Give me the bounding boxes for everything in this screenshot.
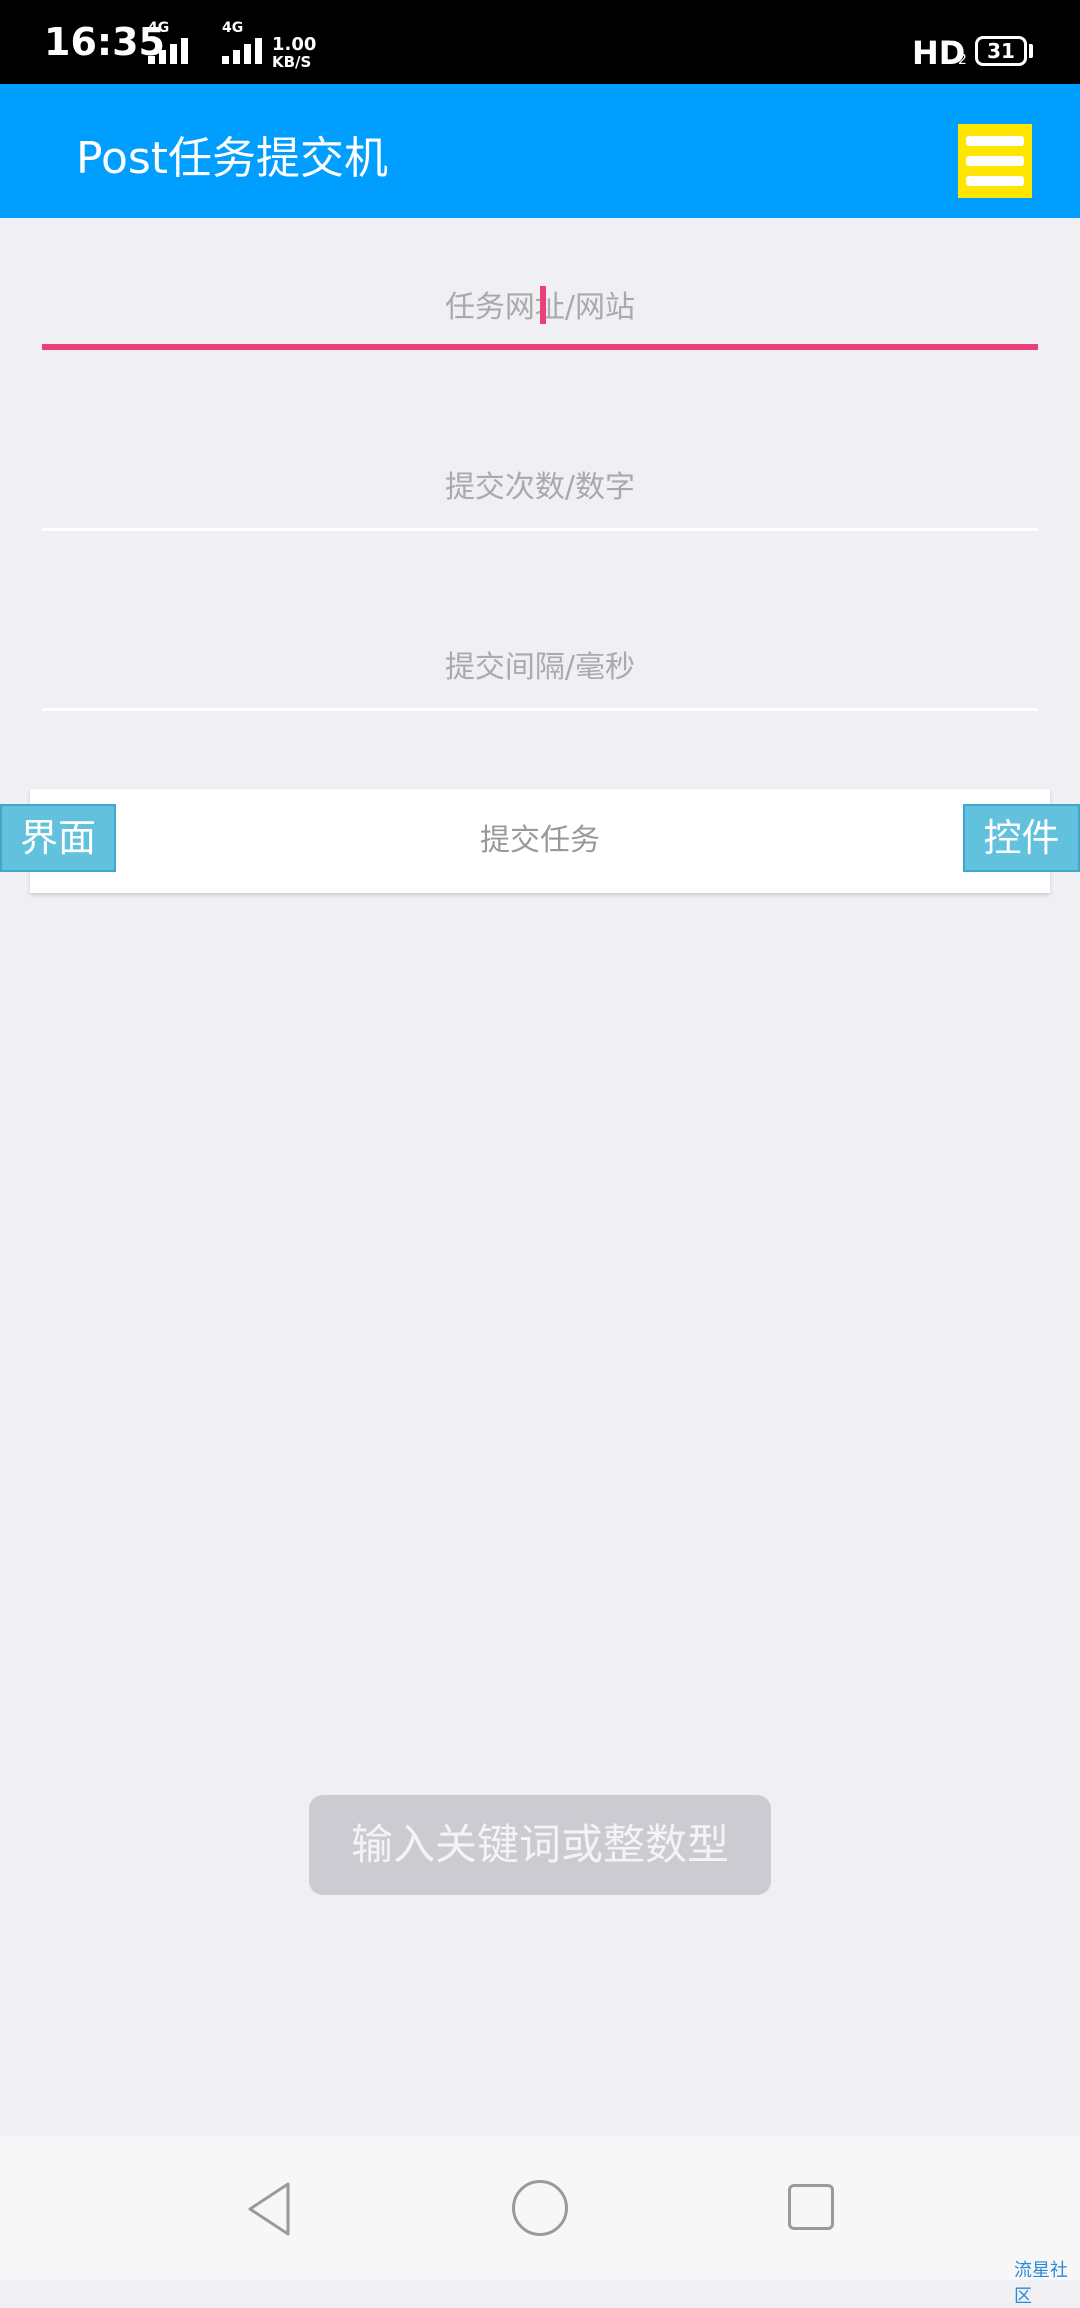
network-speed: 1.00 KB/S — [272, 34, 317, 71]
status-bar: 16:35 4G 4G 1.00 KB/S HD 2 31 — [0, 0, 1080, 84]
submit-count-field[interactable]: 提交次数/数字 — [42, 458, 1038, 531]
signal-1-icon: 4G — [148, 20, 194, 66]
app-title: Post任务提交机 — [76, 133, 389, 184]
battery-icon: 31 — [975, 36, 1027, 66]
watermark: 流星社区 — [1014, 2260, 1068, 2307]
submit-interval-placeholder: 提交间隔/毫秒 — [444, 650, 636, 685]
task-url-field[interactable]: 任务网址/网站 — [42, 278, 1038, 350]
menu-icon-line-3 — [966, 176, 1024, 186]
network-speed-unit: KB/S — [272, 53, 312, 71]
battery-level: 31 — [987, 39, 1015, 63]
app-bar: Post任务提交机 — [0, 84, 1080, 218]
submit-interval-underline — [42, 708, 1038, 711]
toast-text: 输入关键词或整数型 — [350, 1820, 729, 1869]
controls-tab[interactable]: 控件 — [963, 804, 1080, 872]
interface-tab[interactable]: 界面 — [0, 804, 116, 872]
network-type-2: 4G — [222, 20, 244, 36]
status-time: 16:35 — [44, 20, 165, 64]
text-cursor — [540, 286, 546, 324]
submit-interval-field[interactable]: 提交间隔/毫秒 — [42, 638, 1038, 711]
hd-sub-label: 2 — [958, 52, 967, 68]
recent-apps-icon[interactable] — [788, 2184, 834, 2230]
signal-2-icon: 4G — [214, 20, 264, 66]
battery-tip — [1029, 44, 1033, 58]
menu-button[interactable] — [958, 124, 1032, 198]
task-url-underline — [42, 344, 1038, 350]
network-speed-value: 1.00 — [272, 34, 317, 55]
home-icon[interactable] — [512, 2180, 568, 2236]
submit-task-label: 提交任务 — [480, 823, 600, 858]
navigation-bar — [0, 2136, 1080, 2280]
back-icon[interactable] — [244, 2180, 292, 2238]
network-type-1: 4G — [148, 20, 170, 36]
submit-task-button[interactable]: 提交任务 — [30, 789, 1050, 893]
menu-icon-line-2 — [966, 156, 1024, 166]
submit-count-placeholder: 提交次数/数字 — [444, 470, 636, 505]
menu-icon-line-1 — [966, 136, 1024, 146]
toast: 输入关键词或整数型 — [309, 1795, 771, 1895]
submit-count-underline — [42, 528, 1038, 531]
